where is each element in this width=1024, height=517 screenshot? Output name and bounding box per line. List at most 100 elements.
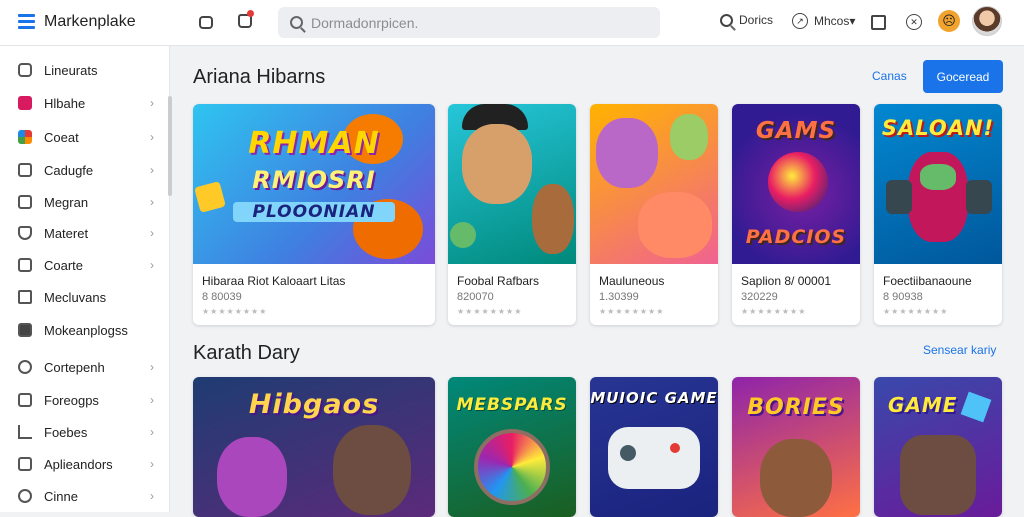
square-icon <box>18 63 32 77</box>
game-card[interactable]: Hibgaos <box>193 377 435 517</box>
share-icon[interactable] <box>868 12 888 32</box>
sidebar-item-mecluvans[interactable]: Mecluvans <box>0 283 168 311</box>
section-link[interactable]: Sensear kariy <box>923 343 996 357</box>
sidebar-item-label: Foebes <box>44 424 88 440</box>
settings-icon[interactable]: ✕ <box>904 12 924 32</box>
game-card[interactable]: SALOAN! Foectiibanaoune 8 90938 ★★★★★★★★ <box>874 104 1002 325</box>
sidebar-item-label: Foreogps <box>44 392 99 408</box>
character-shape <box>670 114 708 160</box>
app-window-icon <box>18 457 32 471</box>
game-art-title: RHMAN <box>248 126 380 161</box>
sidebar-item-mokeanplogss[interactable]: Mokeanplogss <box>0 316 168 344</box>
wallet-icon[interactable] <box>196 12 216 32</box>
sidebar-item-label: Cadugfe <box>44 162 94 178</box>
sidebar-item-label: Cinne <box>44 488 78 504</box>
section-title: Ariana Hibarns <box>193 66 326 88</box>
user-avatar[interactable] <box>972 6 1002 36</box>
header-item-mhcos[interactable]: ↗ Mhcos▾ <box>792 13 855 29</box>
game-card[interactable]: GAMS PADCIOS Saplion 8/ 00001 320229 ★★★… <box>732 104 860 325</box>
sidebar-item-megran[interactable]: Megran › <box>0 188 168 216</box>
search-bar[interactable] <box>278 7 660 38</box>
emoji-avatar[interactable]: ☹ <box>938 10 960 32</box>
sidebar-item-label: Coeat <box>44 129 79 145</box>
search-input[interactable] <box>311 14 631 31</box>
character-shape <box>532 184 574 254</box>
chevron-right-icon: › <box>150 130 154 144</box>
game-name: Foobal Rafbars <box>457 274 540 288</box>
sidebar-item-materet[interactable]: Materet › <box>0 219 168 247</box>
chevron-right-icon: › <box>150 226 154 240</box>
game-card[interactable]: MUIOIC GAME <box>590 377 718 517</box>
character-shape <box>596 118 658 188</box>
chevron-right-icon: › <box>150 163 154 177</box>
game-thumbnail <box>590 104 718 264</box>
sidebar-item-coeat[interactable]: Coeat › <box>0 123 168 151</box>
header-item-label: Mhcos▾ <box>814 14 856 28</box>
rating-stars: ★★★★★★★★ <box>599 307 665 316</box>
game-card[interactable]: RHMAN RMIOSRI PLOOONIAN Hibaraa Riot Kal… <box>193 104 435 325</box>
tag-icon <box>18 96 32 110</box>
sidebar-item-label: Mecluvans <box>44 289 107 305</box>
game-card[interactable]: MEBSPARS <box>448 377 576 517</box>
rating-stars: ★★★★★★★★ <box>457 307 523 316</box>
character-shape <box>760 439 832 517</box>
game-thumbnail: SALOAN! <box>874 104 1002 264</box>
game-name: Saplion 8/ 00001 <box>741 274 832 288</box>
chevron-right-icon: › <box>150 457 154 471</box>
game-price: 1.30399 <box>599 291 639 303</box>
notifications-icon[interactable] <box>235 10 255 31</box>
sidebar-item-cadugfe[interactable]: Cadugfe › <box>0 156 168 184</box>
chevron-right-icon: › <box>150 96 154 110</box>
section-link[interactable]: Canas <box>872 69 907 83</box>
joystick-shape <box>620 445 636 461</box>
game-card[interactable]: Mauluneous 1.30399 ★★★★★★★★ <box>590 104 718 325</box>
game-card[interactable]: Foobal Rafbars 820070 ★★★★★★★★ <box>448 104 576 325</box>
section-title: Karath Dary <box>193 342 300 364</box>
document-icon <box>18 163 32 177</box>
sidebar-item-lineurats[interactable]: Lineurats <box>0 56 168 84</box>
game-price: 820070 <box>457 291 494 303</box>
game-name: Foectiibanaoune <box>883 274 972 288</box>
face-shape <box>462 124 532 204</box>
sidebar-item-cinne[interactable]: Cinne › <box>0 482 168 510</box>
game-art-title: MUIOIC GAME <box>590 389 718 407</box>
hamburger-menu-icon[interactable] <box>18 14 35 29</box>
orb-shape <box>474 429 550 505</box>
game-price: 8 90938 <box>883 291 923 303</box>
game-art-subtitle: RMIOSRI <box>252 166 376 194</box>
game-name: Hibaraa Riot Kaloaart Litas <box>202 274 346 288</box>
character-shape <box>217 437 287 517</box>
game-name: Mauluneous <box>599 274 665 288</box>
code-icon <box>18 323 32 337</box>
game-card[interactable]: BORIES <box>732 377 860 517</box>
sidebar-item-foebes[interactable]: Foebes › <box>0 418 168 446</box>
character-shape <box>900 435 976 515</box>
sidebar-scrollbar[interactable] <box>168 96 172 196</box>
game-art-title: GAME <box>888 393 958 417</box>
game-thumbnail <box>448 104 576 264</box>
calendar-icon <box>18 258 32 272</box>
game-art-title: GAMS <box>755 118 837 144</box>
compass-icon: ↗ <box>792 13 808 29</box>
chevron-right-icon: › <box>150 195 154 209</box>
chevron-right-icon: › <box>150 393 154 407</box>
sidebar-item-foreogps[interactable]: Foreogps › <box>0 386 168 414</box>
sidebar-item-coarte[interactable]: Coarte › <box>0 251 168 279</box>
face-shape <box>920 164 956 190</box>
orb-shape <box>768 152 828 212</box>
shield-icon <box>18 226 32 240</box>
sidebar-item-cortepenh[interactable]: Cortepenh › <box>0 353 168 381</box>
sidebar-item-aplieandors[interactable]: Aplieandors › <box>0 450 168 478</box>
primary-action-button[interactable]: Goceread <box>923 60 1003 93</box>
sidebar-item-label: Lineurats <box>44 62 98 78</box>
grid-icon <box>18 130 32 144</box>
search-icon <box>720 13 733 27</box>
arm-shape <box>886 180 912 214</box>
header-item-dorics[interactable]: Dorics <box>720 13 773 27</box>
game-art-title: BORIES <box>747 395 845 420</box>
game-card[interactable]: GAME <box>874 377 1002 517</box>
clock-icon <box>18 360 32 374</box>
sidebar-item-label: Hlbahe <box>44 95 86 111</box>
sidebar-item-hlbahe[interactable]: Hlbahe › <box>0 89 168 117</box>
sidebar-item-label: Mokeanplogss <box>44 322 128 338</box>
